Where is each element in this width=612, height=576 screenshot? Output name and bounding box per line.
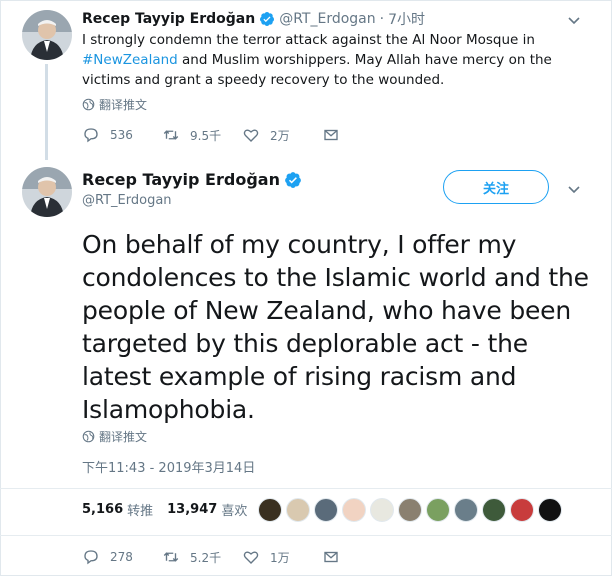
like-count: 2万 xyxy=(270,128,290,143)
author-handle[interactable]: @RT_Erdogan xyxy=(82,193,172,208)
tweet-timestamp[interactable]: 下午11:43 - 2019年3月14日 xyxy=(82,457,255,476)
tweet-stats: 5,166 转推 13,947 喜欢 xyxy=(82,500,261,519)
hashtag-link[interactable]: #NewZealand xyxy=(82,52,178,68)
like-icon xyxy=(243,551,259,564)
translate-label: 翻译推文 xyxy=(99,98,148,112)
retweet-button[interactable]: 5.2千 xyxy=(162,548,242,566)
liker-avatar[interactable] xyxy=(426,498,450,522)
reply-button[interactable]: 536 xyxy=(82,126,162,144)
divider xyxy=(0,535,612,536)
liker-avatar[interactable] xyxy=(510,498,534,522)
liker-avatar[interactable] xyxy=(482,498,506,522)
like-count: 1万 xyxy=(270,550,290,565)
tweet-actions: 278 5.2千 1万 xyxy=(82,548,402,566)
verified-badge-icon xyxy=(260,12,275,26)
tweet-actions: 536 9.5千 2万 xyxy=(82,126,402,144)
chevron-down-icon[interactable] xyxy=(566,12,582,28)
retweet-icon xyxy=(163,552,179,562)
reply-count: 536 xyxy=(110,128,133,142)
likes-count[interactable]: 13,947 xyxy=(167,502,217,517)
liker-avatar[interactable] xyxy=(398,498,422,522)
translate-tweet-link[interactable]: 翻译推文 xyxy=(82,428,147,445)
like-button[interactable]: 1万 xyxy=(242,548,322,566)
reply-button[interactable]: 278 xyxy=(82,548,162,566)
tweet-time[interactable]: 7小时 xyxy=(388,9,425,29)
translate-tweet-link[interactable]: 翻译推文 xyxy=(82,96,147,113)
tweet-text: I strongly condemn the terror attack aga… xyxy=(82,30,582,90)
reply-icon xyxy=(84,550,98,565)
author-name[interactable]: Recep Tayyip Erdoğan xyxy=(82,11,255,27)
retweets-count[interactable]: 5,166 xyxy=(82,502,123,517)
thread-line xyxy=(45,64,48,160)
author-handle[interactable]: @RT_Erdogan xyxy=(279,11,375,27)
liker-avatar[interactable] xyxy=(258,498,282,522)
chevron-down-icon[interactable] xyxy=(566,181,582,197)
liker-avatar[interactable] xyxy=(314,498,338,522)
avatar[interactable] xyxy=(22,10,72,60)
retweets-label[interactable]: 转推 xyxy=(127,500,153,519)
retweet-button[interactable]: 9.5千 xyxy=(162,126,242,144)
like-button[interactable]: 2万 xyxy=(242,126,322,144)
follow-button[interactable]: 关注 xyxy=(443,170,549,204)
author-name[interactable]: Recep Tayyip Erdoğan xyxy=(82,170,280,189)
retweet-count: 5.2千 xyxy=(190,550,222,565)
verified-badge-icon xyxy=(285,171,301,188)
liker-avatar[interactable] xyxy=(286,498,310,522)
globe-icon xyxy=(82,430,95,443)
likes-label[interactable]: 喜欢 xyxy=(221,500,247,519)
message-icon xyxy=(324,551,338,563)
liker-avatar[interactable] xyxy=(538,498,562,522)
reply-icon xyxy=(84,128,98,143)
separator-dot: · xyxy=(379,11,385,27)
retweet-icon xyxy=(163,130,179,140)
liker-avatar[interactable] xyxy=(370,498,394,522)
liker-avatar[interactable] xyxy=(342,498,366,522)
message-icon xyxy=(324,129,338,141)
divider xyxy=(0,488,612,489)
like-icon xyxy=(243,129,259,142)
tweet-header: Recep Tayyip Erdoğan @RT_Erdogan · 7小时 xyxy=(82,9,425,29)
author-name-row[interactable]: Recep Tayyip Erdoğan xyxy=(82,170,306,189)
message-button[interactable] xyxy=(322,548,402,566)
avatar[interactable] xyxy=(22,167,72,217)
reply-count: 278 xyxy=(110,550,133,564)
retweet-count: 9.5千 xyxy=(190,128,222,143)
likers-avatars xyxy=(258,498,562,522)
globe-icon xyxy=(82,98,95,111)
liker-avatar[interactable] xyxy=(454,498,478,522)
translate-label: 翻译推文 xyxy=(99,430,148,444)
tweet-text: On behalf of my country, I offer my cond… xyxy=(82,230,589,424)
message-button[interactable] xyxy=(322,126,402,144)
tweet-text-part: I strongly condemn the terror attack aga… xyxy=(82,32,535,48)
